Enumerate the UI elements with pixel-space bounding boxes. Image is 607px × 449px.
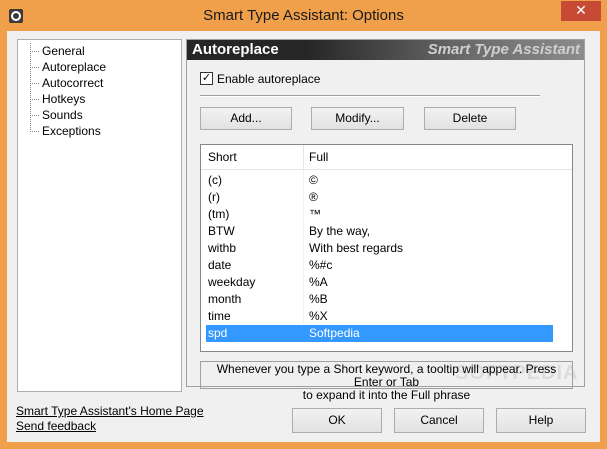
full-cell: %#c [309,258,333,272]
tree-item-exceptions[interactable]: Exceptions [18,123,181,139]
tree-item-label: Autoreplace [42,60,107,74]
options-window: Smart Type Assistant: Options ✕ General … [0,0,607,449]
dialog-client: General Autoreplace Autocorrect Hotkeys … [7,31,600,442]
autoreplace-table[interactable]: Short Full (c) © (r) ® (tm) ™ BTW By the way… [200,144,573,352]
short-cell: weekday [208,275,256,289]
short-cell: withb [208,241,237,255]
full-cell: %B [309,292,328,306]
table-row[interactable]: (c) © [201,172,572,189]
table-row[interactable]: withb With best regards [201,240,572,257]
table-row[interactable]: (tm) ™ [201,206,572,223]
send-feedback-link[interactable]: Send feedback [16,419,96,433]
short-cell: (r) [208,190,220,204]
column-header-short[interactable]: Short [208,150,237,164]
home-page-link[interactable]: Smart Type Assistant's Home Page [16,404,204,418]
full-cell: By the way, [309,224,371,238]
tree-item-label: General [42,44,85,58]
help-button[interactable]: Help [496,408,586,433]
table-row[interactable]: date %#c [201,257,572,274]
category-tree[interactable]: General Autoreplace Autocorrect Hotkeys … [17,39,182,392]
short-cell: time [208,309,231,323]
full-cell: With best regards [309,241,404,255]
hint-box: Whenever you type a Short keyword, a too… [200,361,573,402]
short-cell: BTW [208,224,235,238]
delete-button[interactable]: Delete [424,107,516,130]
add-button[interactable]: Add... [200,107,292,130]
column-divider[interactable] [303,145,304,170]
panel-title: Autoreplace [192,41,279,58]
title-bar[interactable]: Smart Type Assistant: Options ✕ [0,0,607,31]
short-cell: (tm) [208,207,230,221]
hint-line-1: Whenever you type a Short keyword, a too… [216,362,557,389]
tree-item-label: Autocorrect [42,76,104,90]
full-cell: © [309,173,318,187]
tree-item-autoreplace[interactable]: Autoreplace [18,59,181,75]
full-cell: ™ [309,207,321,221]
tree-item-hotkeys[interactable]: Hotkeys [18,91,181,107]
close-button[interactable]: ✕ [561,1,601,21]
table-row[interactable]: (r) ® [201,189,572,206]
panel-header: Autoreplace Smart Type Assistant [187,40,584,60]
tree-item-label: Sounds [42,108,83,122]
window-title: Smart Type Assistant: Options [203,7,404,24]
ok-button[interactable]: OK [292,408,382,433]
short-cell: spd [208,326,228,340]
full-cell: %X [309,309,328,323]
table-header: Short Full [201,145,572,170]
table-row-selected[interactable]: spd Softpedia [206,325,553,342]
full-cell: Softpedia [309,326,360,340]
full-cell: %A [309,275,328,289]
cancel-button[interactable]: Cancel [394,408,484,433]
tree-item-sounds[interactable]: Sounds [18,107,181,123]
short-cell: (c) [208,173,222,187]
table-row[interactable]: BTW By the way, [201,223,572,240]
full-cell: ® [309,190,318,204]
separator [200,95,540,97]
table-row[interactable]: month %B [201,291,572,308]
enable-autoreplace-checkbox[interactable]: ✓ [200,72,213,85]
short-cell: month [208,292,242,306]
modify-button[interactable]: Modify... [311,107,404,130]
autoreplace-panel: Autoreplace Smart Type Assistant ✓ Enabl… [186,39,585,402]
short-cell: date [208,258,232,272]
table-row[interactable]: time %X [201,308,572,325]
tree-item-label: Exceptions [42,124,101,138]
enable-autoreplace-label[interactable]: Enable autoreplace [217,72,320,86]
panel-brand: Smart Type Assistant [427,41,580,58]
hint-line-2: to expand it into the Full phrase [302,388,471,402]
tree-item-general[interactable]: General [18,43,181,59]
table-row[interactable]: weekday %A [201,274,572,291]
column-header-full[interactable]: Full [309,150,328,164]
tree-item-autocorrect[interactable]: Autocorrect [18,75,181,91]
tree-item-label: Hotkeys [42,92,86,106]
